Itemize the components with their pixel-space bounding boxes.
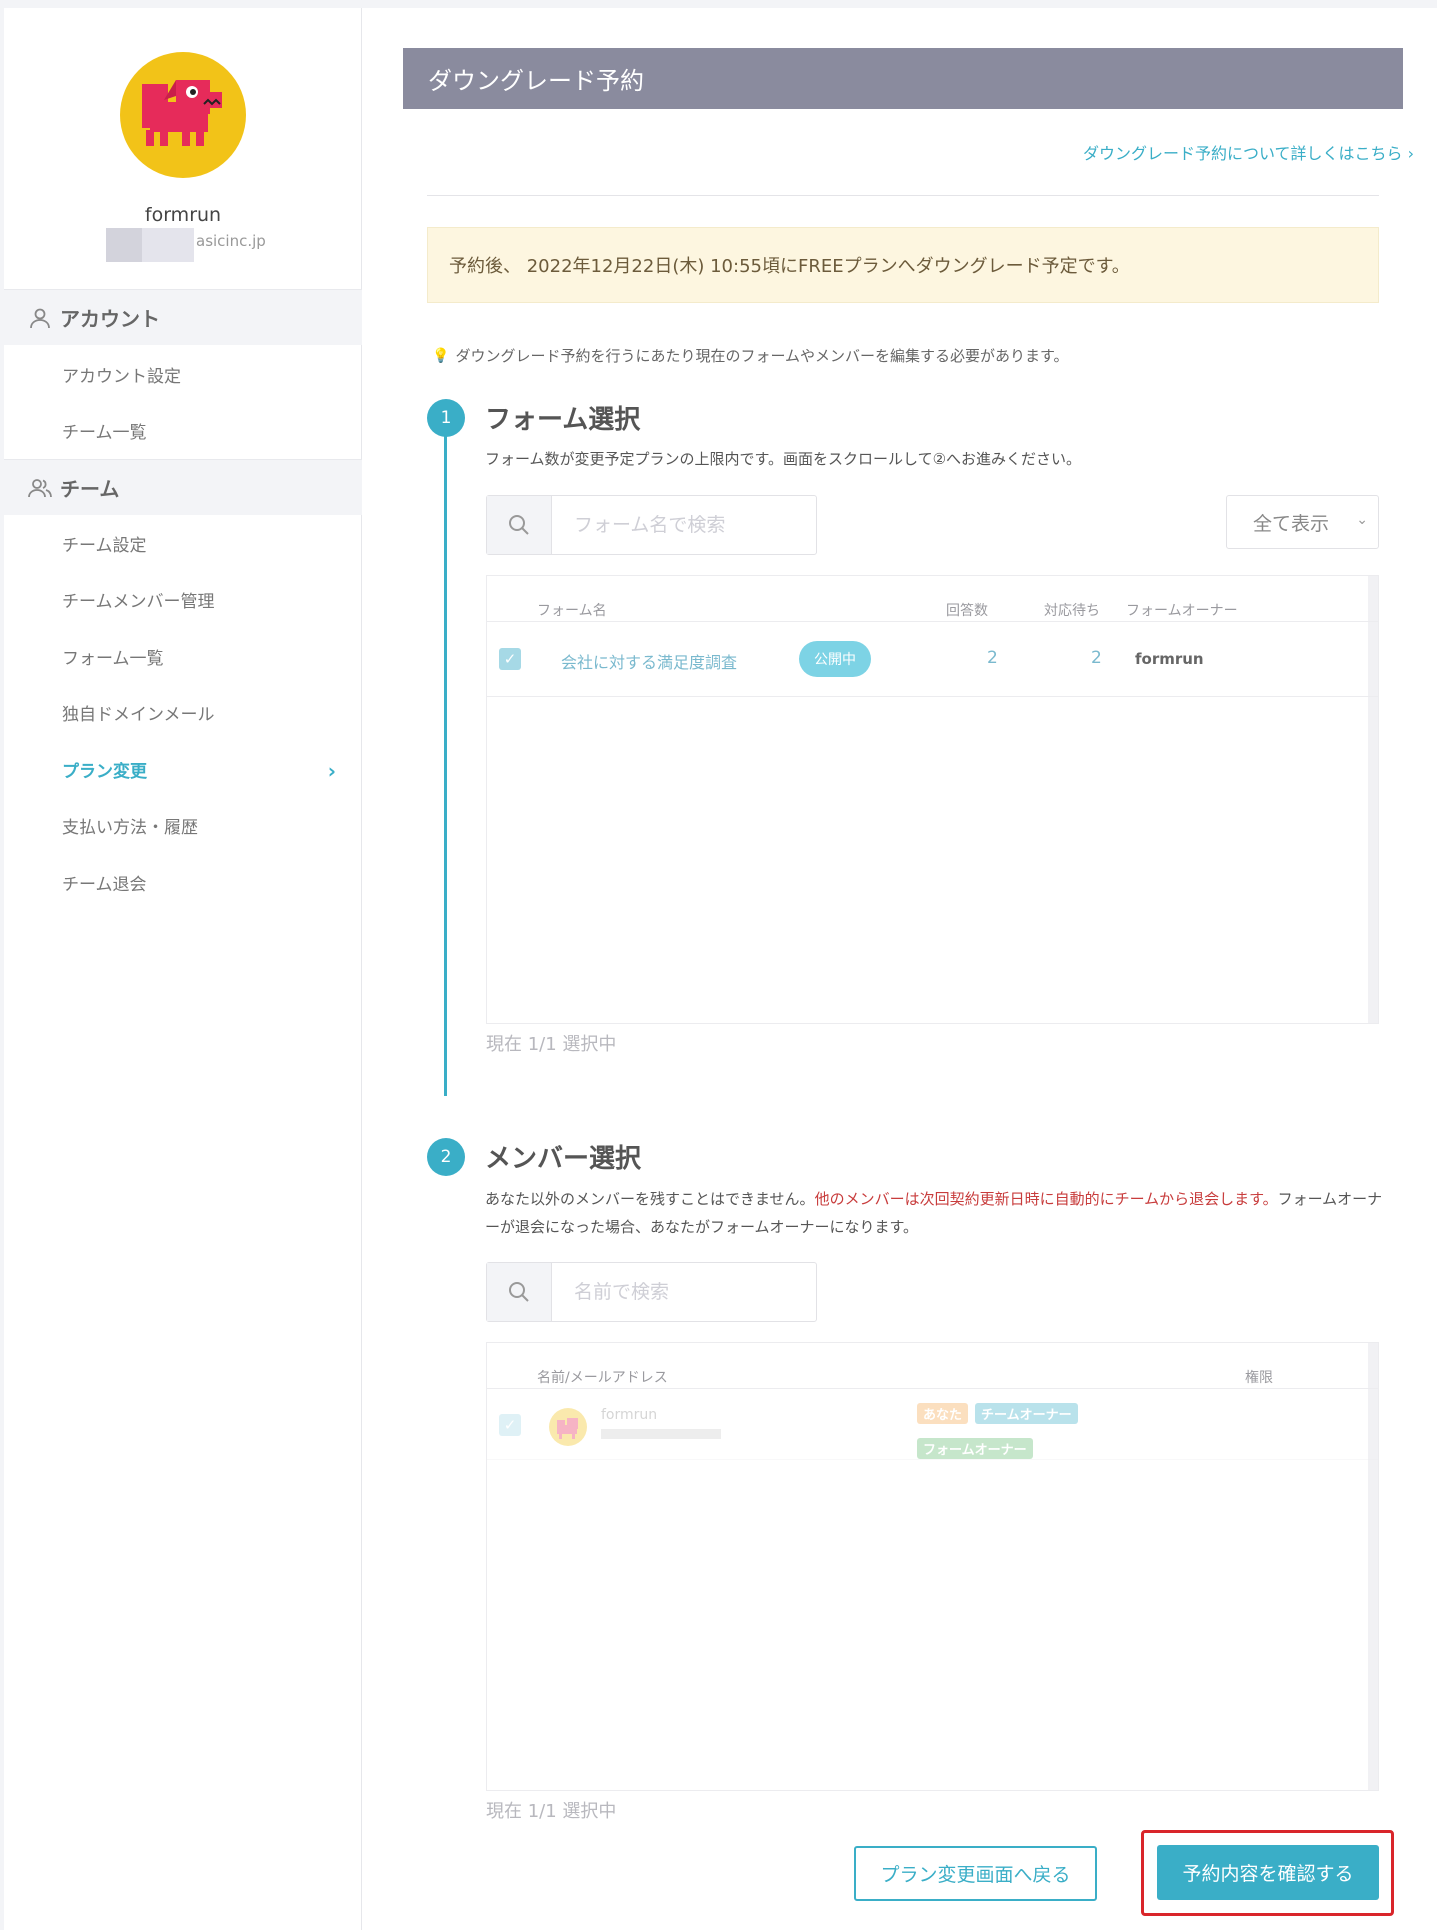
back-to-plan-change-button[interactable]: プラン変更画面へ戻る [854,1846,1097,1901]
downgrade-notice: 予約後、 2022年12月22日(木) 10:55頃にFREEプランへダウングレ… [427,227,1379,303]
column-member-name: 名前/メールアドレス [537,1370,668,1386]
team-email: asicinc.jp [106,228,266,262]
divider [427,195,1379,196]
table-row[interactable]: ✓ formrun あなた チームオーナー フォームオーナー [487,1389,1378,1460]
redacted-block [142,228,194,262]
sidebar-item-label: フォーム一覧 [62,648,164,669]
column-form-name: フォーム名 [537,603,607,619]
step-connector-line [444,426,447,1096]
tag-form-owner: フォームオーナー [917,1438,1033,1459]
redacted-block [106,228,142,262]
status-badge: 公開中 [799,641,871,677]
step-1-description: フォーム数が変更予定プランの上限内です。画面をスクロールして②へお進みください。 [485,450,1082,468]
account-section-label: アカウント [60,307,160,331]
sidebar-item-label: 独自ドメインメール [62,704,215,725]
team-email-text: asicinc.jp [196,232,266,250]
step-2-desc-warning: 他のメンバーは次回契約更新日時に自動的にチームから退会します。 [814,1190,1278,1208]
team-section-header: チーム [4,459,362,515]
sidebar-item-label: チーム退会 [62,874,147,895]
sidebar-item-label: チーム設定 [62,535,147,556]
column-pending: 対応待ち [1044,603,1100,619]
answers-count: 2 [987,648,998,668]
chevron-right-icon: › [1407,144,1414,163]
sidebar-item-account-settings[interactable]: アカウント設定 [4,354,362,394]
form-owner: formrun [1135,650,1204,668]
column-answers: 回答数 [946,603,988,619]
step-1-number: 1 [427,399,465,437]
step-2-title: メンバー選択 [485,1144,642,1174]
form-name-link[interactable]: 会社に対する満足度調査 [561,649,737,673]
sidebar-item-label: チームメンバー管理 [62,591,215,612]
search-icon [487,1263,552,1321]
chevron-right-icon: › [327,759,336,783]
search-icon [487,496,552,554]
sidebar-item-team-list[interactable]: チーム一覧 [4,410,362,450]
redacted-block [601,1429,721,1439]
step-2-desc-plain: あなた以外のメンバーを残すことはできません。 [485,1190,815,1208]
sidebar-item-label: チーム一覧 [62,422,147,443]
step-2-description: あなた以外のメンバーを残すことはできません。他のメンバーは次回契約更新日時に自動… [485,1185,1385,1241]
lightbulb-icon: 💡 [432,347,450,364]
sidebar-item-label: アカウント設定 [62,366,181,387]
step-1-title: フォーム選択 [485,405,641,435]
sidebar-item-member-management[interactable]: チームメンバー管理 [4,579,362,619]
sidebar-item-leave-team[interactable]: チーム退会 [4,862,362,902]
sidebar-item-team-settings[interactable]: チーム設定 [4,523,362,563]
team-avatar [120,52,246,178]
user-icon [30,308,50,328]
tip-text: 💡 ダウングレード予約を行うにあたり現在のフォームやメンバーを編集する必要があり… [432,345,1069,366]
sidebar-item-plan-change[interactable]: プラン変更 › [4,749,362,789]
tag-team-owner: チームオーナー [975,1403,1078,1424]
row-checkbox[interactable]: ✓ [499,648,521,670]
member-table: 名前/メールアドレス 権限 ✓ formrun あなた チームオーナー フォーム… [486,1342,1379,1791]
chevron-down-icon: ⌄ [1356,512,1368,528]
sidebar-item-custom-domain-mail[interactable]: 独自ドメインメール [4,692,362,732]
column-role: 権限 [1245,1370,1273,1386]
avatar [549,1408,587,1446]
form-search-input[interactable] [552,496,816,554]
step-2-number: 2 [427,1138,465,1176]
form-search [486,495,817,555]
help-link[interactable]: ダウングレード予約について詳しくはこちら › [1083,140,1414,164]
tag-you: あなた [917,1403,969,1424]
form-filter-select[interactable]: 全て表示 ⌄ [1226,495,1379,549]
sidebar-item-label: 支払い方法・履歴 [62,817,198,838]
form-selected-count: 現在 1/1 選択中 [486,1034,617,1055]
form-table: フォーム名 回答数 対応待ち フォームオーナー ✓ 会社に対する満足度調査 公開… [486,575,1379,1024]
member-name: formrun [601,1407,658,1423]
account-section-header: アカウント [4,289,362,345]
member-search-input[interactable] [552,1263,816,1321]
help-link-text: ダウングレード予約について詳しくはこちら [1082,144,1403,163]
sidebar: formrun asicinc.jp アカウント アカウント設定 チーム一覧 チ… [4,8,362,1930]
team-name: formrun [144,204,222,226]
pending-count: 2 [1091,648,1102,668]
form-table-header: フォーム名 回答数 対応待ち フォームオーナー [487,576,1378,622]
table-row[interactable]: ✓ 会社に対する満足度調査 公開中 2 2 formrun [487,622,1378,697]
team-section-label: チーム [60,477,120,501]
confirm-reservation-button[interactable]: 予約内容を確認する [1157,1845,1379,1900]
sidebar-item-payment[interactable]: 支払い方法・履歴 [4,805,362,845]
sidebar-item-form-list[interactable]: フォーム一覧 [4,636,362,676]
form-filter-value: 全て表示 [1253,512,1330,535]
member-search [486,1262,817,1322]
column-owner: フォームオーナー [1126,603,1238,619]
tip-label: ダウングレード予約を行うにあたり現在のフォームやメンバーを編集する必要があります… [455,347,1069,365]
sidebar-item-label: プラン変更 [62,761,147,782]
member-selected-count: 現在 1/1 選択中 [486,1801,617,1822]
row-checkbox[interactable]: ✓ [499,1414,521,1436]
page-title: ダウングレード予約 [403,48,1403,109]
users-icon [28,478,52,497]
member-table-header: 名前/メールアドレス 権限 [487,1343,1378,1389]
main-content: ダウングレード予約 ダウングレード予約について詳しくはこちら › 予約後、 20… [362,8,1437,1930]
